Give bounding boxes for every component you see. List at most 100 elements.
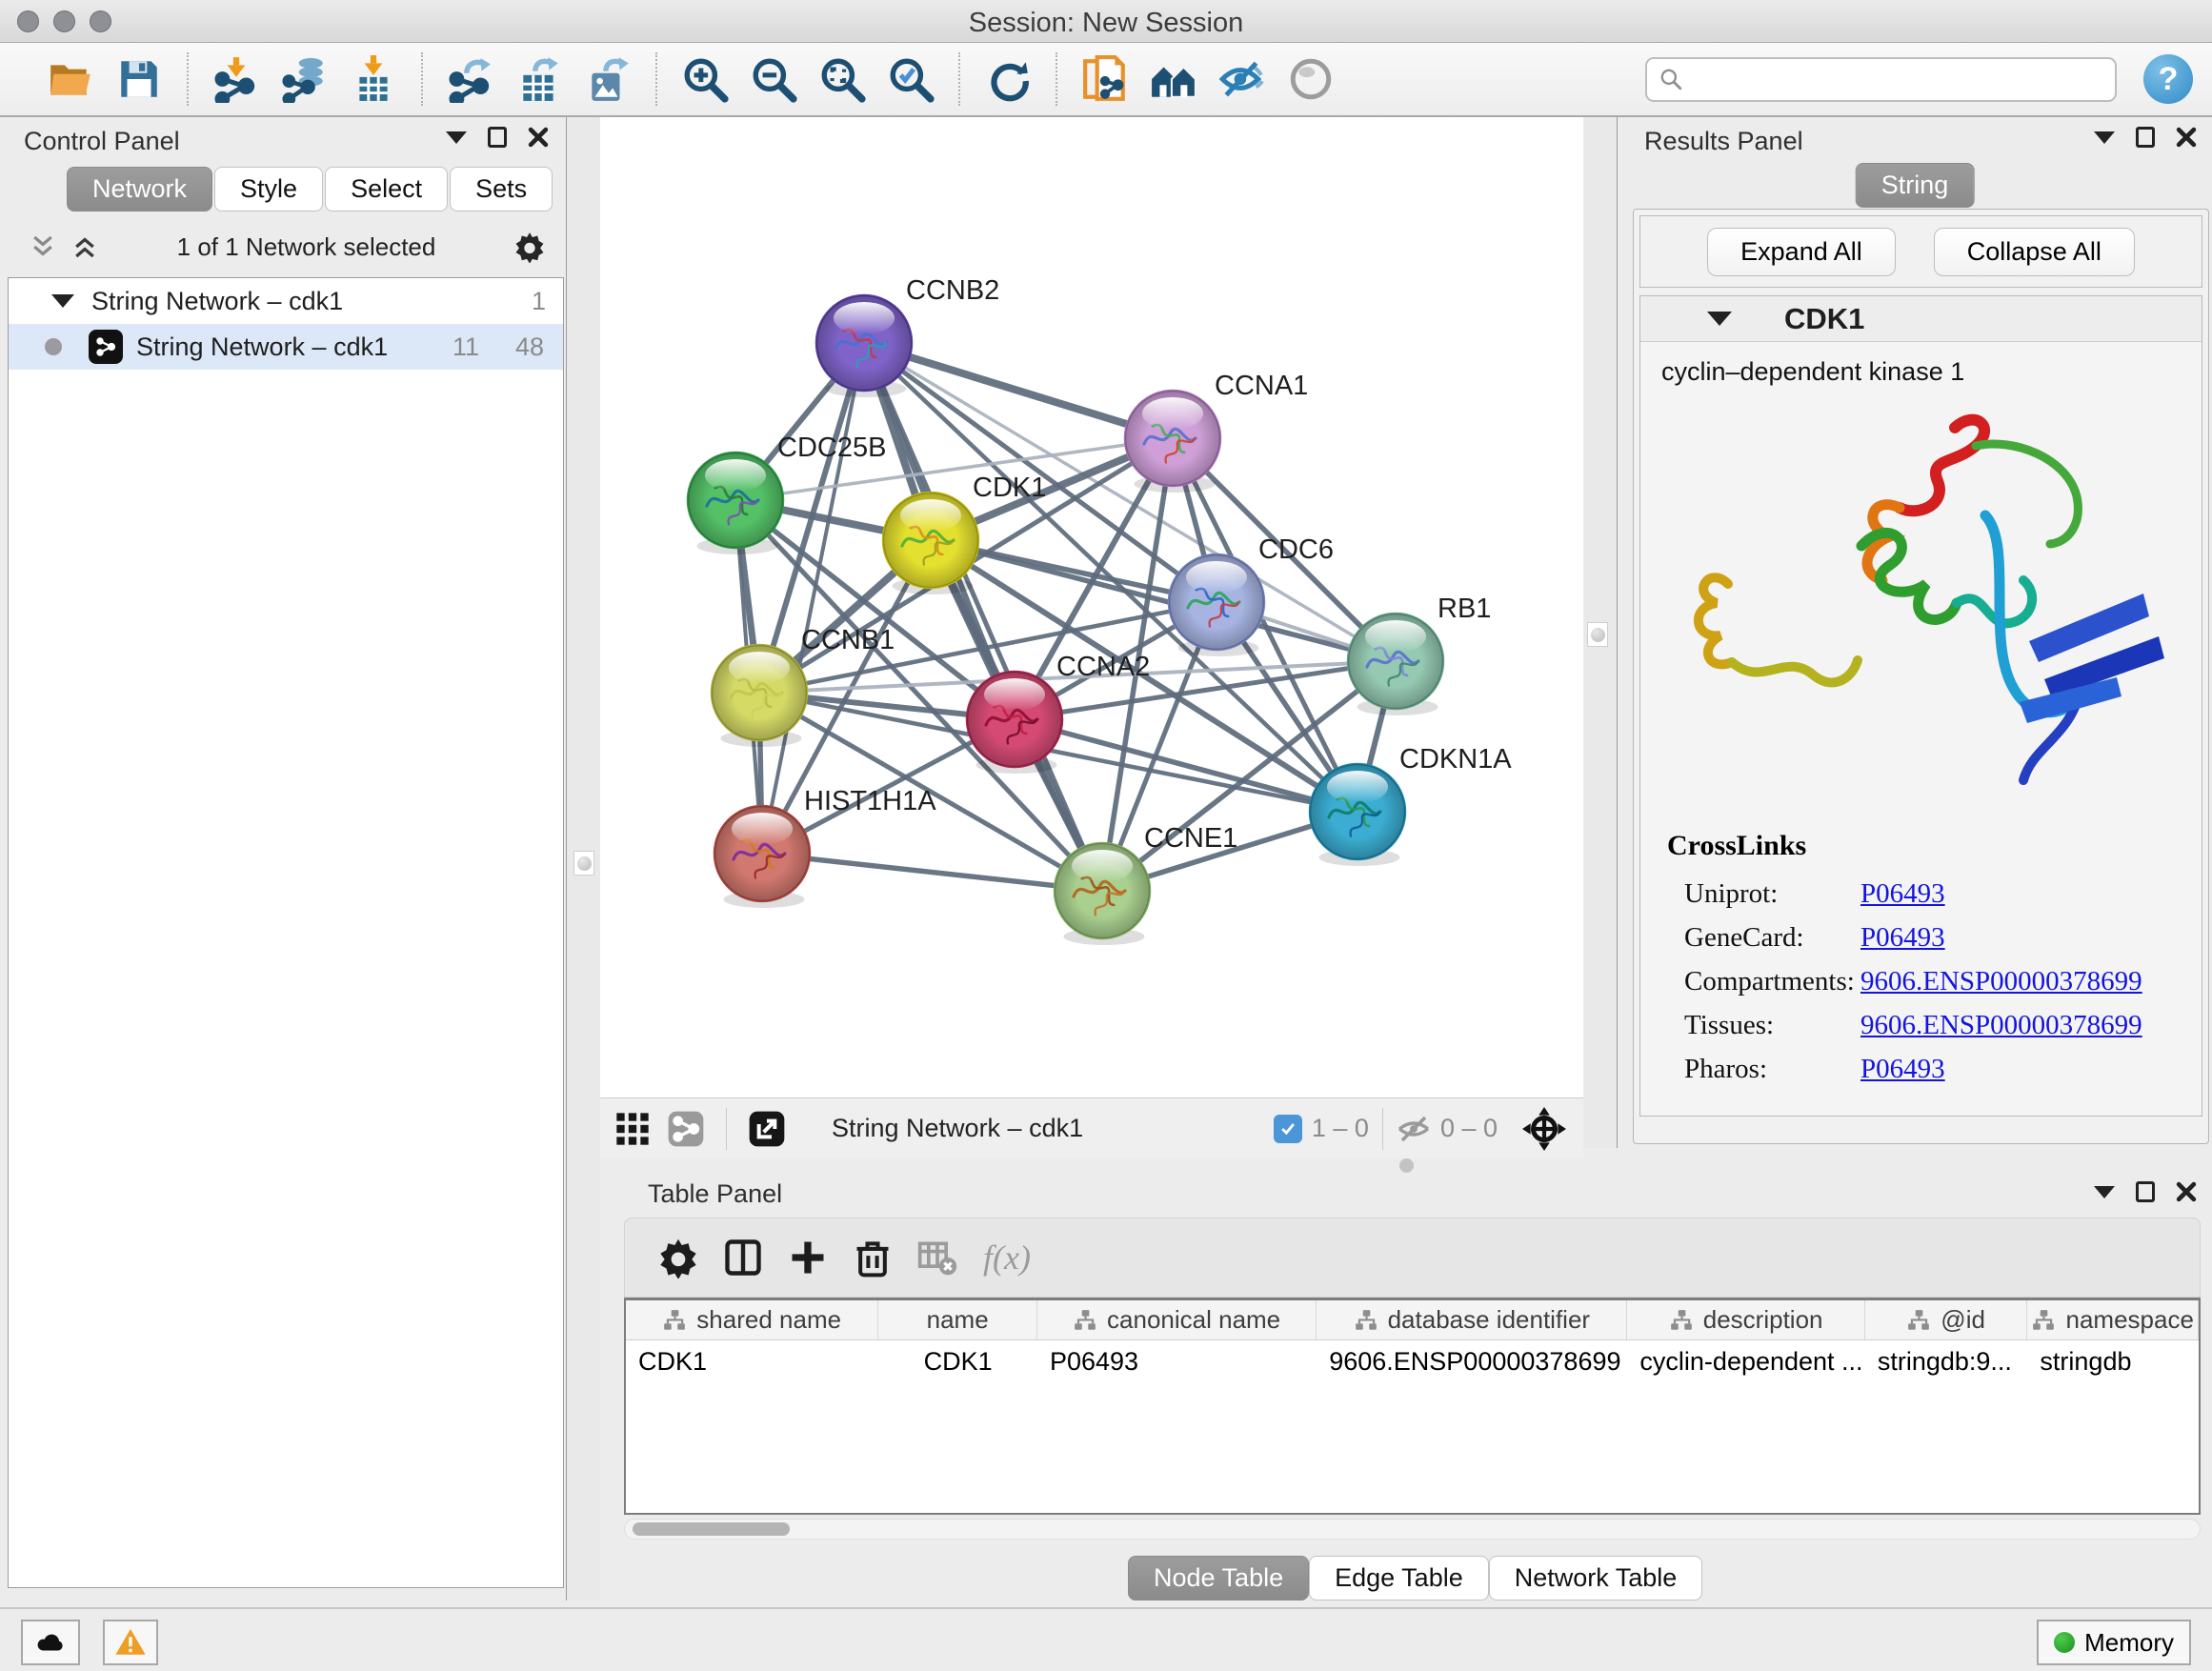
network-node-CCNB1[interactable] xyxy=(712,645,807,747)
node-label-CDK1: CDK1 xyxy=(973,473,1046,503)
crosslink-link[interactable]: P06493 xyxy=(1860,1054,1945,1085)
clone-network-button[interactable] xyxy=(1078,52,1132,106)
delete-column-button[interactable] xyxy=(846,1231,899,1284)
home-button[interactable] xyxy=(1147,52,1200,106)
panel-close-icon[interactable] xyxy=(528,127,549,148)
network-node-CDC6[interactable] xyxy=(1169,554,1264,656)
network-row[interactable]: String Network – cdk1 11 48 xyxy=(9,324,563,370)
left-splitter-handle[interactable] xyxy=(573,851,594,876)
refresh-view-button[interactable] xyxy=(981,52,1035,106)
gear-icon xyxy=(657,1237,699,1278)
birds-eye-grid-button[interactable] xyxy=(613,1110,652,1148)
table-row[interactable]: CDK1CDK1P064939606.ENSP00000378699cyclin… xyxy=(626,1340,2199,1382)
import-network-from-database-button[interactable] xyxy=(278,52,332,106)
zoom-in-button[interactable] xyxy=(678,52,732,106)
collection-expand-icon[interactable] xyxy=(51,294,74,308)
search-input[interactable] xyxy=(1691,65,2103,94)
record-button[interactable] xyxy=(1284,52,1337,106)
panel-float-menu-icon[interactable] xyxy=(2094,131,2115,144)
scrollbar-thumb[interactable] xyxy=(633,1522,790,1536)
expand-all-icon[interactable] xyxy=(70,232,99,261)
open-in-browser-button[interactable] xyxy=(748,1110,786,1148)
network-node-CCNA2[interactable] xyxy=(967,672,1062,774)
network-node-CDKN1A[interactable] xyxy=(1310,764,1405,866)
export-table-button[interactable] xyxy=(513,52,566,106)
export-image-icon xyxy=(584,55,632,103)
open-session-button[interactable] xyxy=(44,52,97,106)
network-canvas[interactable]: CCNB2CCNA1CDC25BCDK1CDC6RB1CCNB1CCNA2CDK… xyxy=(600,117,1583,1097)
tab-edge-table[interactable]: Edge Table xyxy=(1309,1556,1489,1601)
column-header-database-identifier[interactable]: database identifier xyxy=(1317,1300,1627,1339)
gene-detail-scroll[interactable]: CDK1 cyclin–dependent kinase 1 xyxy=(1639,295,2202,1117)
expand-all-button[interactable]: Expand All xyxy=(1707,228,1896,276)
panel-float-menu-icon[interactable] xyxy=(446,131,467,144)
add-column-button[interactable] xyxy=(781,1231,835,1284)
right-splitter-handle[interactable] xyxy=(1587,622,1608,647)
table-horizontal-scrollbar[interactable] xyxy=(624,1519,2201,1540)
show-columns-button[interactable] xyxy=(716,1231,770,1284)
column-header-@id[interactable]: @id xyxy=(1865,1300,2028,1339)
panel-float-icon[interactable] xyxy=(2136,127,2155,148)
export-image-button[interactable] xyxy=(581,52,634,106)
fit-selected-button[interactable] xyxy=(1522,1107,1566,1151)
export-network-button[interactable] xyxy=(444,52,497,106)
cloud-icon xyxy=(34,1626,67,1659)
table-options-button[interactable] xyxy=(652,1231,705,1284)
tab-sets[interactable]: Sets xyxy=(450,167,553,211)
network-node-CDC25B[interactable] xyxy=(688,453,783,554)
collapse-all-icon[interactable] xyxy=(29,232,57,261)
node-label-CDC25B: CDC25B xyxy=(777,433,886,463)
warning-status-button[interactable] xyxy=(103,1620,158,1665)
network-node-HIST1H1A[interactable] xyxy=(714,806,810,908)
zoom-selected-button[interactable] xyxy=(884,52,937,106)
delete-table-icon xyxy=(916,1237,958,1278)
zoom-out-button[interactable] xyxy=(747,52,800,106)
selected-checkbox-icon[interactable] xyxy=(1274,1115,1302,1143)
column-header-name[interactable]: name xyxy=(878,1300,1037,1339)
network-node-CCNE1[interactable] xyxy=(1055,843,1150,945)
crosslink-link[interactable]: 9606.ENSP00000378699 xyxy=(1860,1010,2142,1041)
cloud-status-button[interactable] xyxy=(21,1620,80,1665)
column-header-description[interactable]: description xyxy=(1627,1300,1864,1339)
horizontal-splitter-handle[interactable] xyxy=(1399,1158,1414,1173)
import-table-from-file-button[interactable] xyxy=(347,52,400,106)
tab-node-table[interactable]: Node Table xyxy=(1128,1556,1309,1601)
gene-collapse-icon[interactable] xyxy=(1707,312,1732,326)
help-button[interactable]: ? xyxy=(2143,54,2193,104)
collapse-all-button[interactable]: Collapse All xyxy=(1934,228,2135,276)
table-panel: Table Panel f(x) shared namenamecanonica… xyxy=(600,1174,2212,1601)
gene-header[interactable]: CDK1 xyxy=(1640,296,2202,342)
crosslink-label: Compartments: xyxy=(1684,966,1860,997)
delete-table-button[interactable] xyxy=(911,1231,964,1284)
tab-string[interactable]: String xyxy=(1856,163,1975,208)
panel-float-icon[interactable] xyxy=(488,127,507,148)
zoom-fit-button[interactable] xyxy=(815,52,869,106)
network-collection-row[interactable]: String Network – cdk1 1 xyxy=(9,278,563,324)
column-header-shared-name[interactable]: shared name xyxy=(626,1300,878,1339)
panel-float-menu-icon[interactable] xyxy=(2094,1186,2115,1198)
tab-select[interactable]: Select xyxy=(325,167,448,211)
function-builder-button[interactable]: f(x) xyxy=(983,1238,1031,1278)
panel-close-icon[interactable] xyxy=(2176,1181,2197,1202)
network-node-CDK1[interactable] xyxy=(883,493,978,594)
crosslink-link[interactable]: P06493 xyxy=(1860,878,1945,910)
panel-close-icon[interactable] xyxy=(2176,127,2197,148)
column-header-canonical-name[interactable]: canonical name xyxy=(1037,1300,1317,1339)
network-node-RB1[interactable] xyxy=(1348,614,1443,715)
panel-float-icon[interactable] xyxy=(2136,1181,2155,1202)
memory-button[interactable]: Memory xyxy=(2037,1620,2191,1665)
crosslink-link[interactable]: 9606.ENSP00000378699 xyxy=(1860,966,2142,997)
tab-style[interactable]: Style xyxy=(214,167,323,211)
network-node-CCNA1[interactable] xyxy=(1125,391,1220,493)
hide-panels-button[interactable] xyxy=(1216,52,1269,106)
network-options-gear-icon[interactable] xyxy=(513,231,546,263)
save-session-button[interactable] xyxy=(112,52,166,106)
node-label-CDKN1A: CDKN1A xyxy=(1399,744,1512,775)
column-header-namespace[interactable]: namespace xyxy=(2027,1300,2199,1339)
import-network-from-file-button[interactable] xyxy=(210,52,263,106)
tab-network-table[interactable]: Network Table xyxy=(1489,1556,1703,1601)
network-overview-button[interactable] xyxy=(667,1110,705,1148)
tab-network[interactable]: Network xyxy=(67,167,212,211)
crosslink-link[interactable]: P06493 xyxy=(1860,922,1945,954)
hidden-counter: 0 – 0 xyxy=(1397,1112,1498,1146)
